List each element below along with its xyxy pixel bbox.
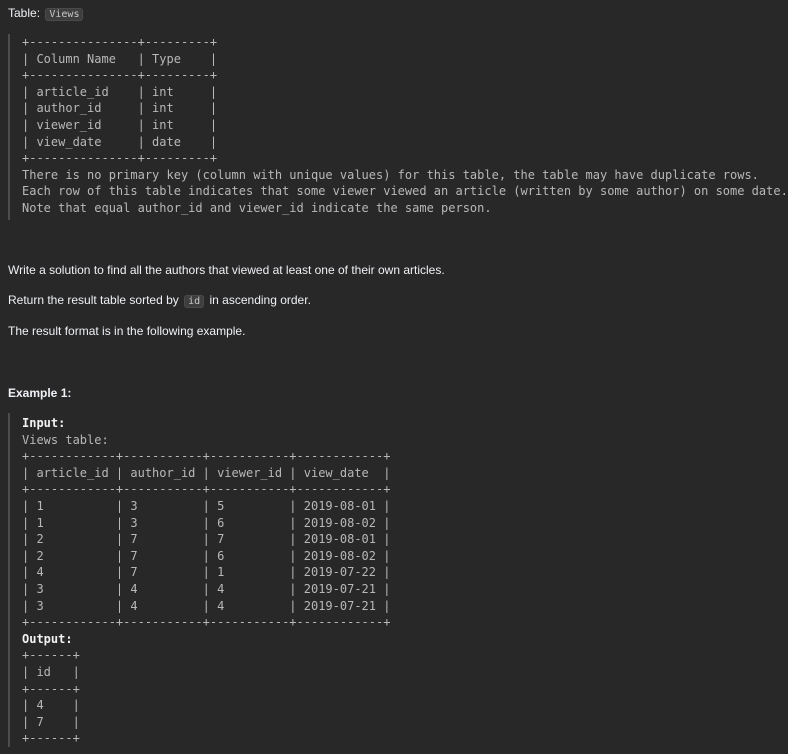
input-table: +------------+-----------+-----------+--… (22, 449, 391, 630)
output-label: Output: (22, 631, 73, 646)
table-label: Table: (8, 6, 41, 20)
example-code-block: Input: Views table: +------------+------… (8, 413, 390, 747)
schema-text: +---------------+---------+ | Column Nam… (22, 35, 788, 215)
output-table: +------+ | id | +------+ | 4 | | 7 | +--… (22, 648, 80, 746)
format-note: The result format is in the following ex… (8, 324, 246, 338)
return-suffix: in ascending order. (209, 293, 311, 307)
input-table-caption: Views table: (22, 432, 109, 447)
return-prefix: Return the result table sorted by (8, 293, 179, 307)
return-description: Return the result table sorted by id in … (8, 292, 311, 310)
table-name-code: Views (45, 8, 84, 21)
table-title-line: Table: Views (8, 5, 85, 23)
example-inner: Input: Views table: +------------+------… (10, 413, 390, 747)
input-label: Input: (22, 416, 66, 430)
id-code: id (184, 295, 205, 308)
example-heading: Example 1: (8, 386, 72, 400)
schema-code-block: +---------------+---------+ | Column Nam… (8, 34, 788, 220)
task-description: Write a solution to find all the authors… (8, 263, 445, 277)
